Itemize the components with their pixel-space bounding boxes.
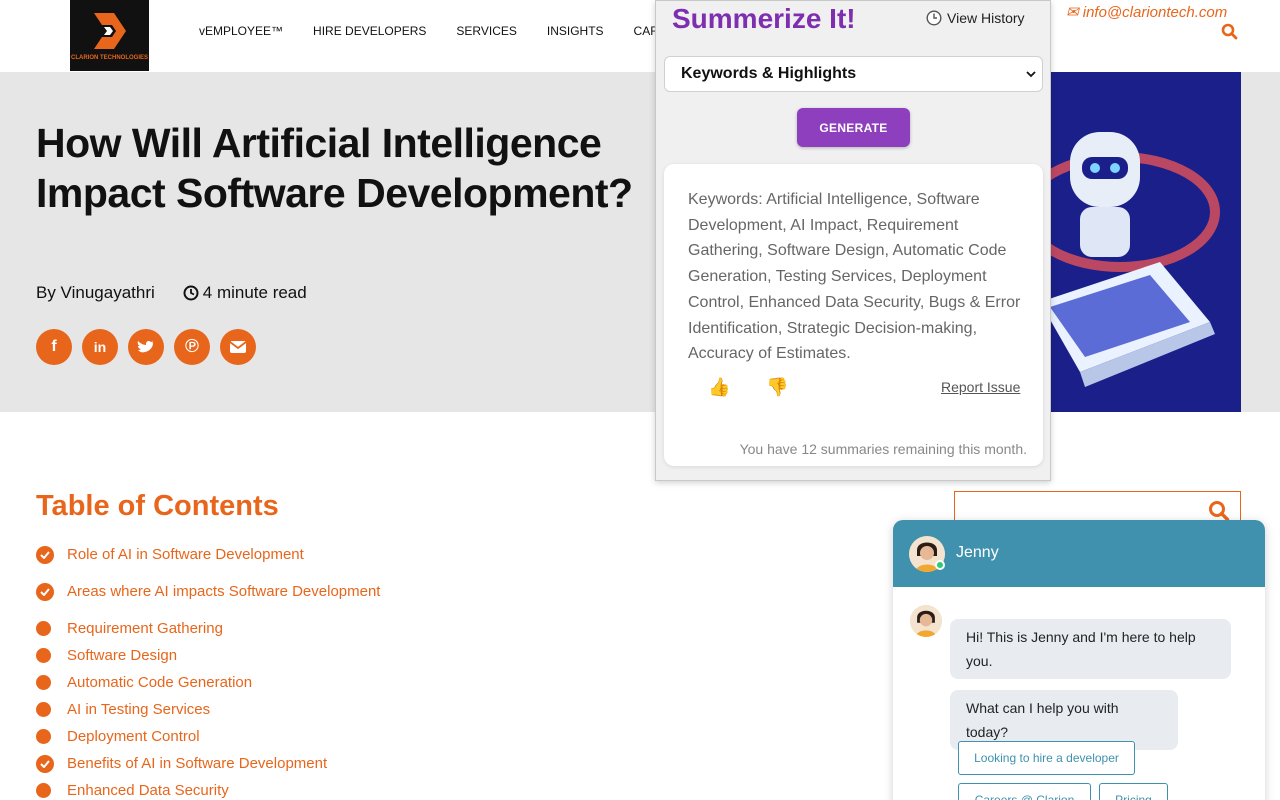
hero-illustration	[1040, 72, 1241, 412]
check-circle-icon	[36, 754, 54, 773]
chat-header[interactable]: Jenny	[893, 520, 1265, 587]
quick-reply-careers[interactable]: Careers @ Clarion	[958, 783, 1091, 800]
email-icon	[229, 341, 247, 353]
bullet-dot-icon	[36, 648, 54, 663]
author-name[interactable]: By Vinugayathri	[36, 283, 155, 303]
pinterest-icon: ℗	[185, 336, 199, 357]
remaining-summaries-text: You have 12 summaries remaining this mon…	[739, 441, 1027, 457]
check-circle-icon	[36, 545, 54, 564]
article-title: How Will Artificial Intelligence Impact …	[36, 120, 633, 216]
email-text: info@clariontech.com	[1082, 4, 1228, 21]
share-buttons: f in ℗	[36, 329, 256, 365]
toc-item-label: Enhanced Data Security	[67, 782, 229, 799]
toc-item[interactable]: Enhanced Data Security	[36, 777, 380, 800]
top-navigation: CLARION TECHNOLOGIES vEMPLOYEE™ HIRE DEV…	[0, 0, 1280, 72]
logo-text: CLARION TECHNOLOGIES	[70, 55, 148, 61]
share-twitter-button[interactable]	[128, 329, 164, 365]
envelope-icon: ✉	[1066, 4, 1079, 21]
nav-vemployee[interactable]: vEMPLOYEE™	[199, 24, 283, 38]
chevron-down-icon	[1026, 70, 1036, 77]
share-pinterest-button[interactable]: ℗	[174, 329, 210, 365]
summary-text: Keywords: Artificial Intelligence, Softw…	[688, 191, 1021, 363]
quick-reply-pricing[interactable]: Pricing	[1099, 783, 1168, 800]
popup-title: Summerize It!	[672, 3, 856, 34]
table-of-contents: Role of AI in Software Development Areas …	[36, 541, 380, 800]
bullet-dot-icon	[36, 621, 54, 636]
online-status-dot	[935, 560, 945, 570]
header-search-button[interactable]	[1221, 23, 1238, 45]
bullet-dot-icon	[36, 702, 54, 717]
linkedin-icon: in	[93, 339, 107, 355]
read-time: 4 minute read	[183, 283, 307, 303]
toc-item[interactable]: Requirement Gathering	[36, 615, 380, 642]
view-history-label: View History	[947, 10, 1025, 26]
toc-item-label: Requirement Gathering	[67, 620, 223, 637]
toc-item-label: Role of AI in Software Development	[67, 546, 304, 563]
view-history-link[interactable]: View History	[926, 10, 1025, 26]
summarize-extension-popup: Summerize It! View History Keywords & Hi…	[655, 0, 1051, 481]
toc-item-label: Software Design	[67, 647, 178, 664]
clock-icon	[183, 285, 199, 301]
read-time-text: 4 minute read	[202, 283, 307, 302]
bullet-dot-icon	[36, 783, 54, 798]
agent-name: Jenny	[956, 544, 999, 561]
nav-services[interactable]: SERVICES	[456, 24, 516, 38]
toc-item[interactable]: Areas where AI impacts Software Developm…	[36, 578, 380, 605]
toc-item-label: AI in Testing Services	[67, 701, 211, 718]
history-clock-icon	[926, 10, 942, 26]
facebook-icon: f	[51, 338, 57, 355]
share-facebook-button[interactable]: f	[36, 329, 72, 365]
thumbs-down-icon[interactable]: 👎	[766, 377, 788, 398]
chat-message: Hi! This is Jenny and I'm here to help y…	[950, 619, 1231, 679]
toc-item-label: Benefits of AI in Software Development	[67, 755, 328, 772]
main-nav: vEMPLOYEE™ HIRE DEVELOPERS SERVICES INSI…	[199, 24, 692, 38]
check-circle-icon	[36, 582, 54, 601]
toc-item[interactable]: Role of AI in Software Development	[36, 541, 380, 568]
chat-widget: Jenny Hi! This is Jenny and I'm here to …	[893, 520, 1265, 800]
thumbs-up-icon[interactable]: 👍	[708, 377, 730, 398]
toc-item[interactable]: Software Design	[36, 642, 380, 669]
toc-title: Table of Contents	[36, 490, 279, 522]
toc-item[interactable]: Deployment Control	[36, 723, 380, 750]
toc-item-label: Automatic Code Generation	[67, 674, 253, 691]
toc-item[interactable]: Automatic Code Generation	[36, 669, 380, 696]
nav-hire-developers[interactable]: HIRE DEVELOPERS	[313, 24, 426, 38]
share-email-button[interactable]	[220, 329, 256, 365]
search-icon	[1221, 23, 1238, 40]
toc-item-label: Deployment Control	[67, 728, 200, 745]
generate-button[interactable]: GENERATE	[797, 108, 910, 147]
report-issue-link[interactable]: Report Issue	[941, 379, 1020, 395]
nav-insights[interactable]: INSIGHTS	[547, 24, 604, 38]
selected-mode: Keywords & Highlights	[681, 65, 857, 82]
summary-mode-select[interactable]: Keywords & Highlights	[664, 56, 1043, 92]
bullet-dot-icon	[36, 675, 54, 690]
twitter-icon	[137, 340, 154, 352]
toc-item[interactable]: AI in Testing Services	[36, 696, 380, 723]
toc-item-label: Areas where AI impacts Software Developm…	[67, 583, 381, 600]
bullet-dot-icon	[36, 729, 54, 744]
summary-result-card: Keywords: Artificial Intelligence, Softw…	[664, 164, 1043, 466]
share-linkedin-button[interactable]: in	[82, 329, 118, 365]
search-icon[interactable]	[1208, 500, 1230, 522]
logo-mark-icon	[93, 13, 126, 49]
toc-item[interactable]: Benefits of AI in Software Development	[36, 750, 380, 777]
clarion-logo[interactable]: CLARION TECHNOLOGIES	[70, 0, 149, 71]
article-byline: By Vinugayathri 4 minute read	[36, 283, 307, 303]
header-email-link[interactable]: ✉ info@clariontech.com	[1066, 3, 1227, 21]
message-avatar	[910, 605, 942, 637]
quick-reply-hire-developer[interactable]: Looking to hire a developer	[958, 741, 1135, 775]
